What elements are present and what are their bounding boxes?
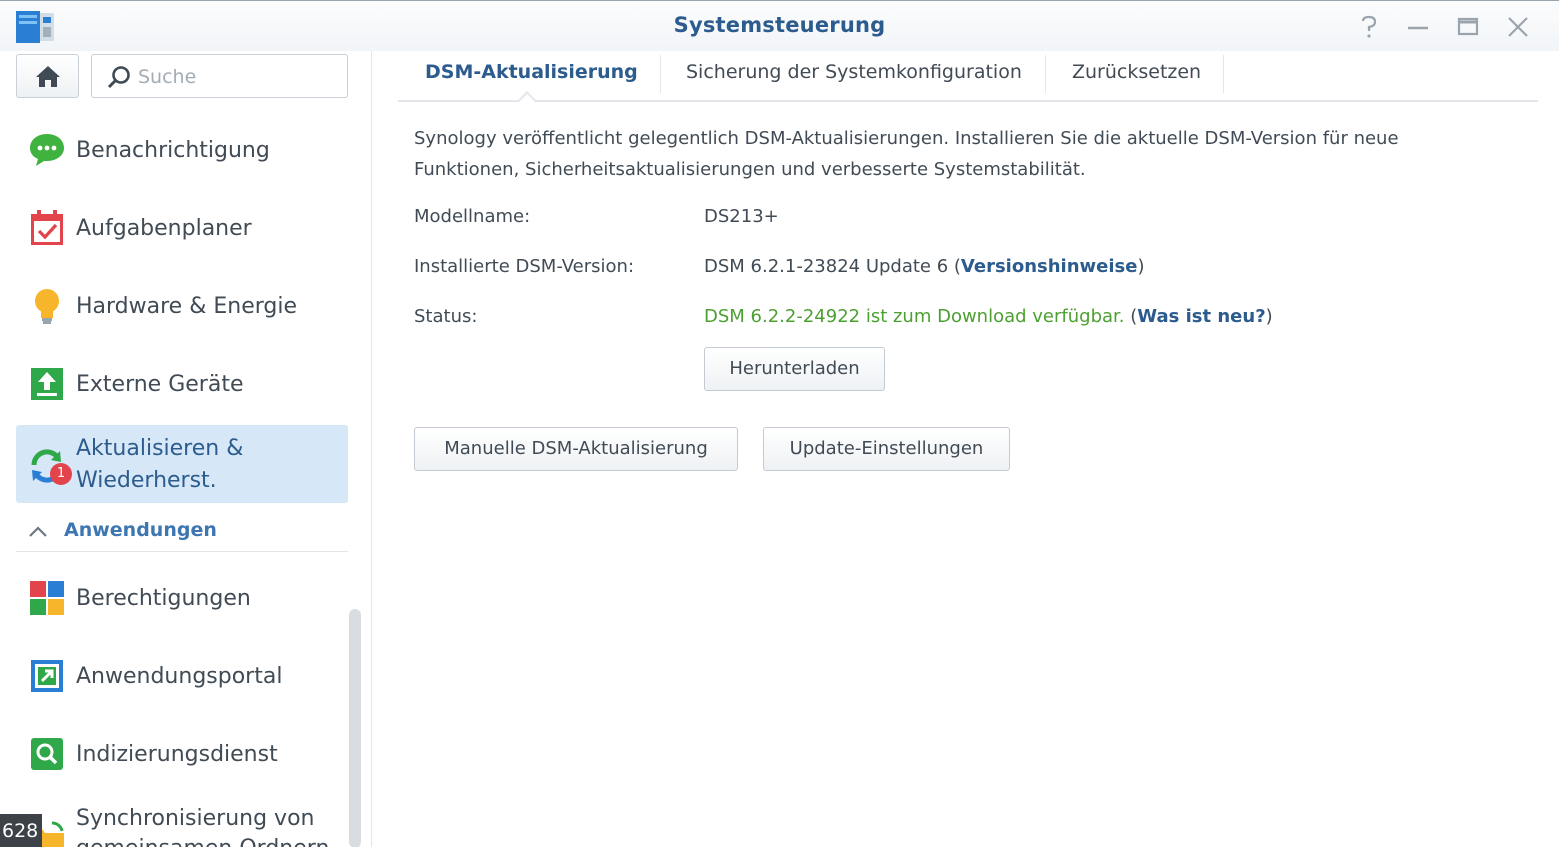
model-label: Modellname: — [414, 206, 531, 227]
notification-icon — [30, 134, 64, 166]
section-label: Anwendungen — [64, 519, 217, 541]
task-scheduler-icon — [31, 210, 63, 245]
notification-badge: 1 — [50, 463, 72, 485]
help-icon[interactable] — [1355, 13, 1383, 41]
tab-separator — [1045, 55, 1046, 93]
search-field[interactable] — [91, 54, 348, 98]
description-line-2: Funktionen, Sicherheitsaktualisierungen … — [414, 159, 1086, 180]
installed-version-value: DSM 6.2.1-23824 Update 6 (Versionshinwei… — [704, 256, 1145, 277]
minimize-icon[interactable] — [1404, 13, 1432, 41]
installed-version-text: DSM 6.2.1-23824 Update 6 ( — [704, 256, 961, 277]
tab-config-backup[interactable]: Sicherung der Systemkonfiguration — [686, 57, 1022, 97]
sidebar-item-label-line2: Wiederherst. — [76, 468, 217, 493]
sidebar-item-label: Hardware & Energie — [76, 294, 298, 319]
manual-update-button[interactable]: Manuelle DSM-Aktualisierung — [414, 427, 738, 471]
main-panel: DSM-Aktualisierung Sicherung der Systemk… — [398, 51, 1538, 847]
sidebar-item-label-line1: Synchronisierung von — [76, 806, 315, 831]
home-button[interactable] — [16, 54, 79, 98]
installed-version-suffix: ) — [1137, 256, 1145, 277]
hardware-power-icon — [35, 289, 59, 324]
sidebar-item-label-line1: Aktualisieren & — [76, 436, 244, 461]
release-notes-link[interactable]: Versionshinweise — [961, 256, 1138, 277]
title-bar[interactable]: Systemsteuerung — [0, 1, 1559, 51]
tab-separator — [1223, 55, 1224, 93]
update-settings-button[interactable]: Update-Einstellungen — [763, 427, 1010, 471]
external-devices-icon — [31, 368, 63, 400]
window-title: Systemsteuerung — [673, 13, 886, 37]
sidebar-item-label: Anwendungsportal — [76, 664, 283, 689]
download-button[interactable]: Herunterladen — [704, 347, 885, 391]
corner-overlay-label: 628 — [0, 814, 42, 847]
sidebar-item-application-portal[interactable]: Anwendungsportal — [16, 637, 348, 715]
sidebar-item-label: Benachrichtigung — [76, 138, 270, 163]
sidebar-item-task-scheduler[interactable]: Aufgabenplaner — [16, 189, 348, 267]
sidebar-item-hardware-power[interactable]: Hardware & Energie — [16, 267, 348, 345]
model-value: DS213+ — [704, 206, 779, 227]
installed-version-label: Installierte DSM-Version: — [414, 256, 635, 277]
privileges-icon — [30, 581, 64, 615]
sidebar-item-external-devices[interactable]: Externe Geräte — [16, 345, 348, 423]
description-line-1: Synology veröffentlicht gelegentlich DSM… — [414, 128, 1399, 149]
sidebar: Benachrichtigung Aufgabenplaner Hardware… — [0, 51, 372, 847]
sidebar-item-label: Berechtigungen — [76, 586, 251, 611]
sidebar-item-update-restore[interactable]: 1 Aktualisieren & Wiederherst. — [16, 425, 348, 503]
tab-bar: DSM-Aktualisierung Sicherung der Systemk… — [398, 51, 1538, 111]
status-paren-open: ( — [1124, 306, 1138, 327]
sidebar-item-label: Indizierungsdienst — [76, 742, 278, 767]
search-icon — [107, 66, 130, 89]
section-header-applications[interactable]: Anwendungen — [16, 514, 348, 552]
status-value: DSM 6.2.2-24922 ist zum Download verfügb… — [704, 306, 1273, 327]
sidebar-item-label: Aufgabenplaner — [76, 216, 252, 241]
search-input[interactable] — [138, 63, 338, 91]
whats-new-link[interactable]: Was ist neu? — [1137, 306, 1265, 327]
sidebar-item-privileges[interactable]: Berechtigungen — [16, 559, 348, 637]
application-portal-icon — [31, 660, 63, 692]
sidebar-item-label: Externe Geräte — [76, 372, 244, 397]
sidebar-item-notification[interactable]: Benachrichtigung — [16, 111, 348, 189]
maximize-icon[interactable] — [1454, 13, 1482, 41]
status-paren-close: ) — [1265, 306, 1273, 327]
tab-reset[interactable]: Zurücksetzen — [1072, 57, 1201, 97]
close-icon[interactable] — [1504, 13, 1532, 41]
status-label: Status: — [414, 306, 478, 327]
home-icon — [36, 66, 60, 87]
tab-separator — [660, 55, 661, 93]
indexing-service-icon — [31, 738, 63, 770]
sidebar-item-indexing-service[interactable]: Indizierungsdienst — [16, 715, 348, 793]
control-panel-window: Systemsteuerung Suche Benachrichtigung A… — [0, 0, 1559, 847]
update-description: Synology veröffentlicht gelegentlich DSM… — [414, 123, 1504, 185]
sidebar-scrollbar[interactable] — [349, 609, 361, 847]
sidebar-item-label-line2: gemeinsamen Ordnern — [76, 833, 329, 847]
status-text: DSM 6.2.2-24922 ist zum Download verfügb… — [704, 306, 1125, 327]
chevron-up-icon — [29, 526, 47, 537]
tab-dsm-update[interactable]: DSM-Aktualisierung — [425, 57, 638, 97]
sidebar-item-shared-folder-sync[interactable]: Synchronisierung von gemeinsamen Ordnern — [16, 793, 348, 847]
